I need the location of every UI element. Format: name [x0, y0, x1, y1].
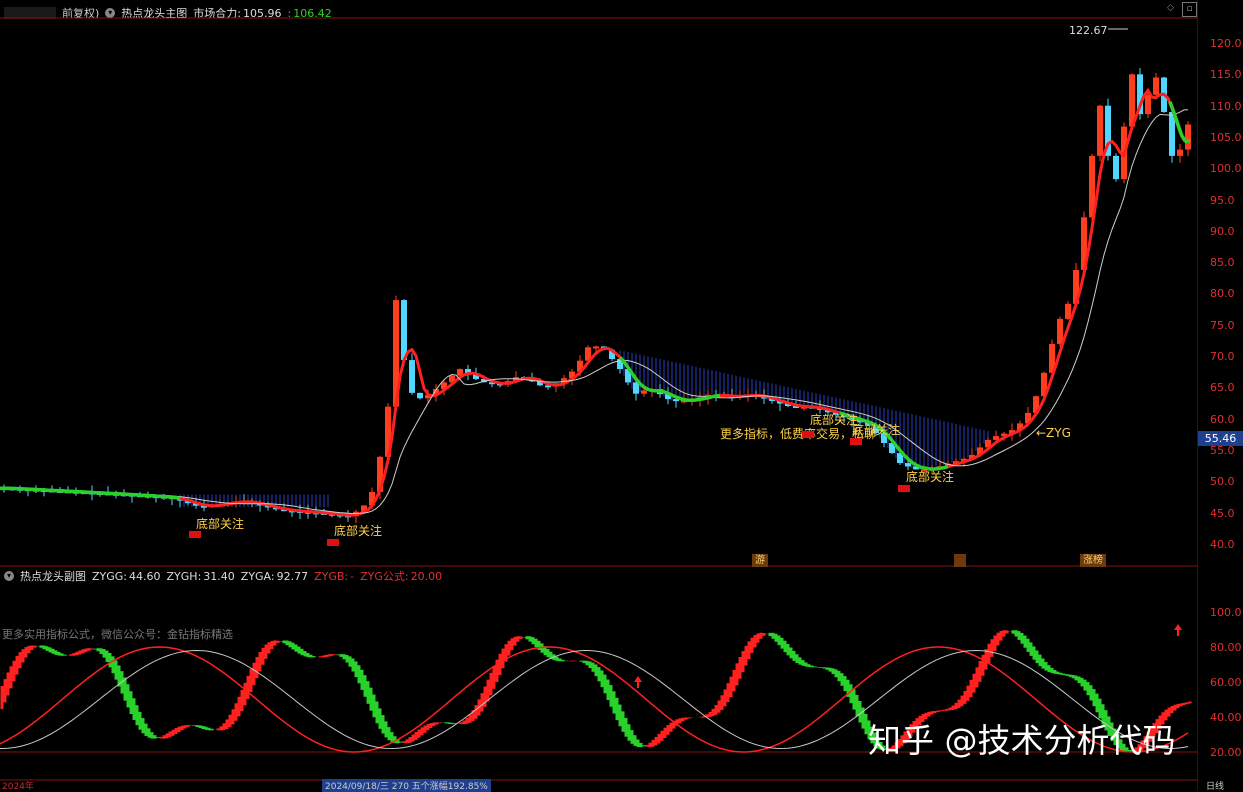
current-price-tag: 55.46 — [1198, 431, 1243, 446]
candle-body — [1177, 149, 1183, 156]
price-axis-tick: 85.0 — [1210, 256, 1235, 270]
sub-axis-tick: 100.0 — [1210, 606, 1242, 619]
sub-axis-tick: 40.00 — [1210, 711, 1242, 724]
zyg-label: ←ZYG — [1036, 426, 1071, 440]
candle-body — [1065, 303, 1071, 319]
formula-label: ZYG公式: — [360, 570, 409, 583]
price-axis-tick: 115.0 — [1210, 68, 1242, 82]
red-trend-line — [0, 87, 1189, 517]
price-axis-tick: 70.0 — [1210, 350, 1235, 363]
up-arrow-icon — [1174, 624, 1182, 636]
price-axis-tick: 80.0 — [1210, 287, 1235, 301]
sub-axis-tick: 80.00 — [1210, 641, 1242, 654]
price-axis-tick: 110.0 — [1210, 99, 1242, 113]
candle-body — [593, 346, 599, 349]
price-axis-tick: 40.0 — [1210, 537, 1235, 551]
zygb-label: ZYGB: — [314, 569, 349, 583]
sub-indicator-name[interactable]: 热点龙头副图 — [20, 568, 86, 584]
price-axis-tick: 120.0 — [1210, 37, 1242, 50]
event-tag-2[interactable] — [954, 554, 966, 567]
signal-box-2 — [327, 539, 339, 546]
zygh-value: 31.40 — [203, 569, 235, 583]
price-axis-tick: 100.0 — [1210, 162, 1242, 176]
bottom-note-4: 底部关注 — [852, 423, 901, 437]
green-trend-segment — [0, 486, 181, 501]
signal-box-1 — [189, 531, 201, 538]
stock-chart-window: 前复权) ▾ 热点龙头主图 市场合力: 105.96 : 106.42 ◇ ▫ … — [0, 0, 1243, 792]
gray-trend-line — [0, 109, 1189, 515]
sub-panel-header: ▾ 热点龙头副图 ZYGG: 44.60 ZYGH: 31.40 ZYGA: 9… — [4, 567, 448, 585]
zyga-label: ZYGA: — [240, 569, 275, 583]
sub-promo-text: 更多实用指标公式，微信公众号：金钻指标精选 — [2, 628, 233, 641]
up-arrow-icon — [634, 676, 642, 688]
candle-body — [993, 436, 999, 440]
sub-indicator-menu-icon[interactable]: ▾ — [4, 571, 14, 581]
period-label[interactable]: 日线 — [1206, 779, 1224, 792]
event-tag-1[interactable]: 游 — [752, 554, 768, 567]
candle-body — [401, 300, 407, 361]
price-axis-tick: 65.0 — [1210, 381, 1235, 395]
bottom-note-1: 底部关注 — [196, 517, 245, 531]
candle-body — [641, 390, 647, 394]
signal-box-4 — [850, 438, 862, 445]
zyga-value: 92.77 — [276, 569, 309, 583]
price-axis-tick: 105.0 — [1210, 130, 1242, 144]
chart-canvas[interactable] — [0, 0, 1198, 790]
price-axis-tick: 60.0 — [1210, 412, 1235, 426]
candle-body — [409, 360, 415, 393]
candle-body — [1153, 77, 1159, 95]
candle-body — [1185, 124, 1191, 150]
watermark: 知乎 @技术分析代码 — [868, 721, 1176, 760]
formula-value: 20.00 — [410, 569, 443, 583]
bottom-note-2: 底部关注 — [334, 524, 383, 538]
signal-box-5 — [898, 485, 910, 492]
candle-body — [1145, 94, 1151, 115]
candle-body — [1097, 105, 1103, 156]
candle-body — [1113, 155, 1119, 180]
candle-body — [1057, 318, 1063, 344]
date-bar-cursor: 2024/09/18/三 270 五个涨幅192.85% — [322, 779, 491, 792]
price-axis-tick: 95.0 — [1210, 193, 1235, 207]
signal-box-3 — [802, 431, 814, 438]
price-axis-tick: 50.0 — [1210, 475, 1235, 489]
zygb-value: - — [350, 569, 355, 583]
price-axis-tick: 75.0 — [1210, 318, 1235, 332]
peak-price-label: 122.67 — [1069, 24, 1108, 37]
green-trend-segment — [618, 356, 721, 403]
candle-body — [417, 392, 423, 399]
price-axis-tick: 45.0 — [1210, 506, 1235, 520]
sub-axis-tick: 60.00 — [1210, 676, 1242, 689]
bottom-note-3: 底部关注 — [810, 413, 859, 427]
price-axis-tick: 90.0 — [1210, 224, 1235, 238]
zygh-label: ZYGH: — [166, 569, 202, 583]
candle-body — [905, 463, 911, 467]
date-bar: 2024年 2024/09/18/三 270 五个涨幅192.85% 日线 — [0, 779, 1243, 792]
date-bar-left: 2024年 — [2, 782, 34, 792]
sub-axis-tick: 20.00 — [1210, 746, 1242, 759]
event-tag-3[interactable]: 涨榜 — [1080, 554, 1106, 567]
bottom-note-5: 底部关注 — [906, 470, 955, 484]
zygg-label: ZYGG: — [92, 569, 128, 583]
zygg-value: 44.60 — [129, 569, 161, 583]
